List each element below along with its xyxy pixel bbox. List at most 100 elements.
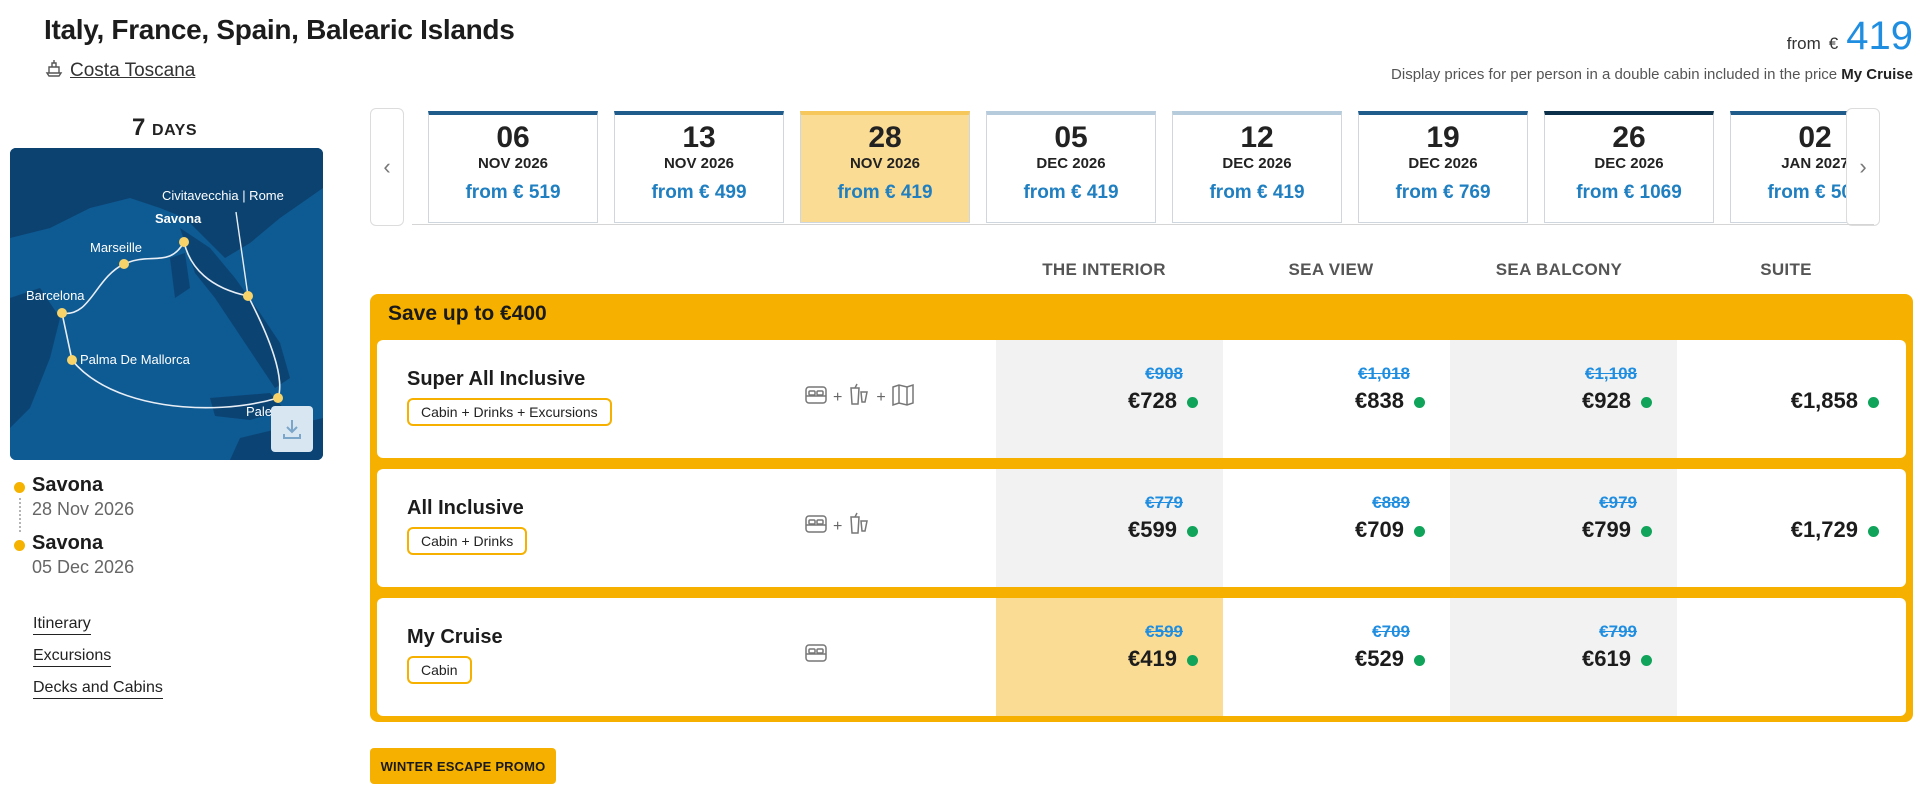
price-new: €928 [1582, 388, 1631, 413]
price-old: €599 [1145, 622, 1183, 641]
col-header-suite: SUITE [1760, 260, 1812, 279]
price-old: €908 [1145, 364, 1183, 383]
bed-icon [803, 640, 829, 671]
date-price: from € 769 [1395, 182, 1491, 203]
date-month: DEC 2026 [1594, 155, 1664, 172]
price-note-text: Display prices for per person in a doubl… [1391, 66, 1838, 83]
package-name: All Inclusive [407, 497, 524, 519]
col-header-interior: THE INTERIOR [1042, 260, 1166, 279]
chevron-right-icon: › [1859, 154, 1867, 179]
download-icon [280, 417, 304, 441]
date-month: DEC 2026 [1408, 155, 1478, 172]
date-card[interactable]: 05 DEC 2026 from € 419 [986, 111, 1156, 223]
package-includes: + + [803, 382, 916, 413]
availability-dot [1641, 526, 1652, 537]
link-excursions[interactable]: Excursions [33, 647, 112, 667]
date-day: 06 [496, 121, 530, 154]
date-day: 13 [682, 121, 716, 154]
availability-dot [1414, 397, 1425, 408]
bed-icon [803, 382, 829, 413]
price-cell-sea-view[interactable]: €1,018 €838 [1223, 340, 1450, 458]
price-new: €1,729 [1790, 517, 1858, 542]
drinks-icon [846, 511, 872, 542]
date-price: from € 1069 [1576, 182, 1682, 203]
route-summary: Savona 28 Nov 2026 Savona 05 Dec 2026 [14, 474, 134, 590]
price-cell-sea-balcony[interactable]: €799 €619 [1450, 598, 1677, 716]
itinerary-map[interactable]: Civitavecchia | Rome Savona Marseille Ba… [10, 148, 323, 460]
map-label-savona: Savona [155, 211, 202, 226]
price-cell-suite [1677, 598, 1904, 716]
header-price: from € 419 [1787, 14, 1913, 59]
carousel-next-button[interactable]: › [1846, 108, 1880, 226]
excursion-map-icon [890, 382, 916, 413]
date-card[interactable]: 26 DEC 2026 from € 1069 [1544, 111, 1714, 223]
date-price: from € 499 [651, 182, 747, 203]
package-name: Super All Inclusive [407, 368, 586, 390]
price-cell-sea-view[interactable]: €889 €709 [1223, 469, 1450, 587]
col-header-sea-view: SEA VIEW [1288, 260, 1374, 279]
price-note-package: My Cruise [1841, 66, 1913, 83]
package-includes [803, 640, 829, 671]
date-carousel: ‹ 06 NOV 2026 from € 519 13 NOV 2026 fro… [370, 108, 1880, 228]
price-old: €1,018 [1358, 364, 1410, 383]
availability-dot [1641, 655, 1652, 666]
link-decks-cabins[interactable]: Decks and Cabins [33, 679, 163, 699]
save-banner: Save up to €400 [388, 302, 547, 325]
package-row: All Inclusive Cabin + Drinks + €779 €599… [377, 469, 1906, 587]
price-amount: 419 [1846, 14, 1913, 58]
date-price: from € 419 [1023, 182, 1119, 203]
price-note: Display prices for per person in a doubl… [1391, 66, 1913, 83]
price-cell-suite[interactable]: €1,858 [1677, 340, 1904, 458]
download-map-button[interactable] [271, 406, 313, 452]
ship-icon [44, 58, 64, 84]
carousel-prev-button[interactable]: ‹ [370, 108, 404, 226]
date-month: DEC 2026 [1222, 155, 1292, 172]
price-cell-interior[interactable]: €908 €728 [996, 340, 1223, 458]
date-card[interactable]: 13 NOV 2026 from € 499 [614, 111, 784, 223]
link-itinerary[interactable]: Itinerary [33, 615, 91, 635]
date-card-selected[interactable]: 28 NOV 2026 from € 419 [800, 111, 970, 223]
package-row: My Cruise Cabin €599 €419 €709 €529 €799… [377, 598, 1906, 716]
date-month: DEC 2026 [1036, 155, 1106, 172]
package-tag: Cabin [407, 656, 472, 684]
ship-link[interactable]: Costa Toscana [44, 58, 195, 84]
price-cell-interior[interactable]: €779 €599 [996, 469, 1223, 587]
date-card[interactable]: 06 NOV 2026 from € 519 [428, 111, 598, 223]
price-new: €419 [1128, 646, 1177, 671]
availability-dot [1868, 526, 1879, 537]
price-new: €709 [1355, 517, 1404, 542]
promo-badge[interactable]: WINTER ESCAPE PROMO [370, 748, 556, 784]
price-cell-sea-view[interactable]: €709 €529 [1223, 598, 1450, 716]
route-dot [14, 482, 25, 493]
price-cell-suite[interactable]: €1,729 [1677, 469, 1904, 587]
package-tag: Cabin + Drinks [407, 527, 528, 555]
route-start-city: Savona [32, 474, 104, 496]
route-dot [14, 540, 25, 551]
availability-dot [1641, 397, 1652, 408]
price-cell-sea-balcony[interactable]: €1,108 €928 [1450, 340, 1677, 458]
price-cell-sea-balcony[interactable]: €979 €799 [1450, 469, 1677, 587]
date-month: NOV 2026 [663, 155, 735, 172]
price-new: €799 [1582, 517, 1631, 542]
price-old: €709 [1372, 622, 1410, 641]
price-new: €728 [1128, 388, 1177, 413]
route-start: Savona 28 Nov 2026 [14, 474, 134, 532]
route-end-date: 05 Dec 2026 [32, 557, 135, 577]
route-start-date: 28 Nov 2026 [32, 499, 135, 519]
date-card[interactable]: 19 DEC 2026 from € 769 [1358, 111, 1528, 223]
pricing-table: Save up to €400 Super All Inclusive Cabi… [370, 294, 1913, 722]
drinks-icon [846, 382, 872, 413]
price-old: €979 [1599, 493, 1637, 512]
price-cell-interior-selected[interactable]: €599 €419 [996, 598, 1223, 716]
price-old: €889 [1372, 493, 1410, 512]
price-currency: € [1828, 34, 1839, 53]
date-card[interactable]: 12 DEC 2026 from € 419 [1172, 111, 1342, 223]
map-label-civitavecchia: Civitavecchia | Rome [162, 188, 284, 203]
detail-links: Itinerary Excursions Decks and Cabins [33, 615, 163, 711]
package-row: Super All Inclusive Cabin + Drinks + Exc… [377, 340, 1906, 458]
route-connector [19, 498, 21, 532]
ship-name[interactable]: Costa Toscana [70, 60, 195, 82]
date-day: 28 [868, 121, 902, 154]
duration: 7 DAYS [132, 114, 197, 142]
map-label-marseille: Marseille [90, 240, 142, 255]
